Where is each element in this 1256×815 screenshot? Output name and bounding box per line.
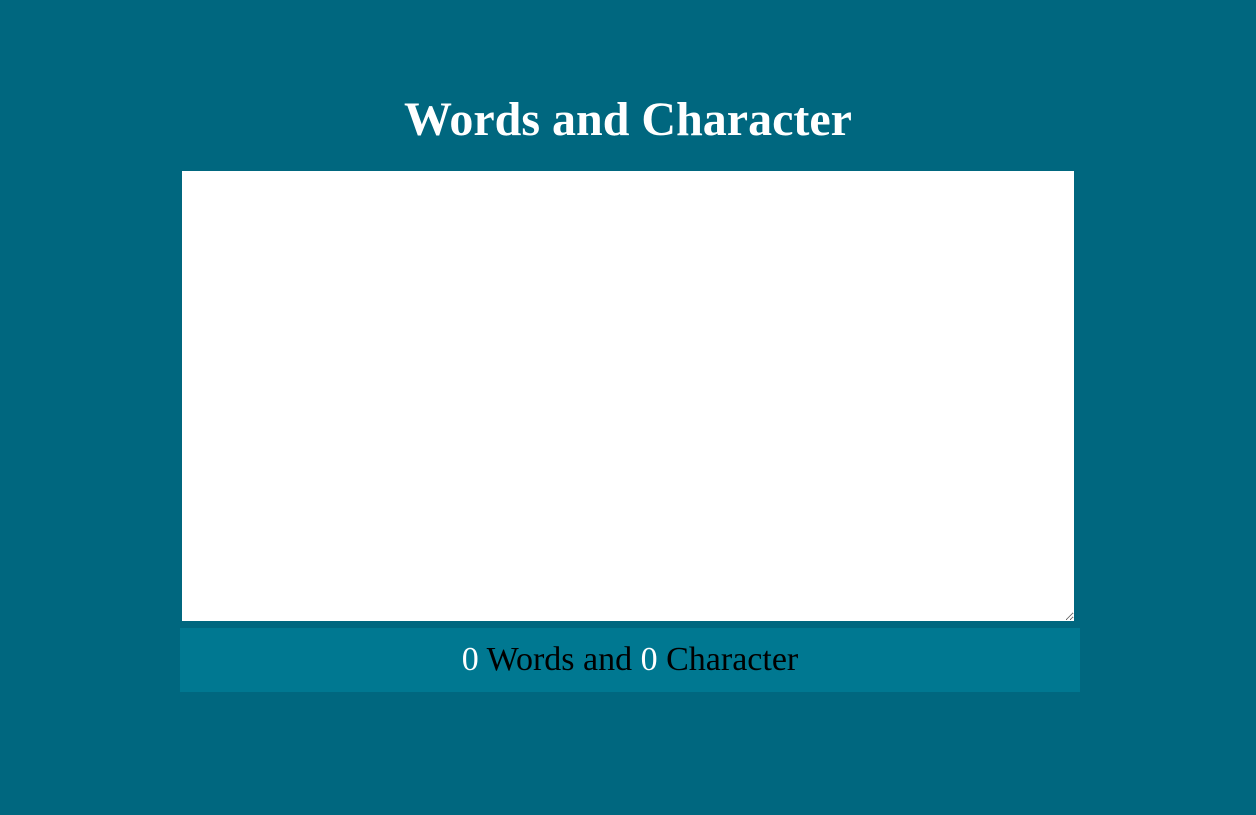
- word-character-counter: 0 Words and 0 Character: [180, 628, 1080, 692]
- word-count: 0: [461, 641, 479, 678]
- page-title: Words and Character: [404, 93, 852, 146]
- characters-label: Character: [657, 641, 799, 678]
- app-container: Words and Character 0 Words and 0 Charac…: [0, 0, 1256, 815]
- character-count: 0: [640, 641, 658, 678]
- text-input-area[interactable]: [180, 169, 1076, 623]
- words-label: Words and: [478, 641, 641, 678]
